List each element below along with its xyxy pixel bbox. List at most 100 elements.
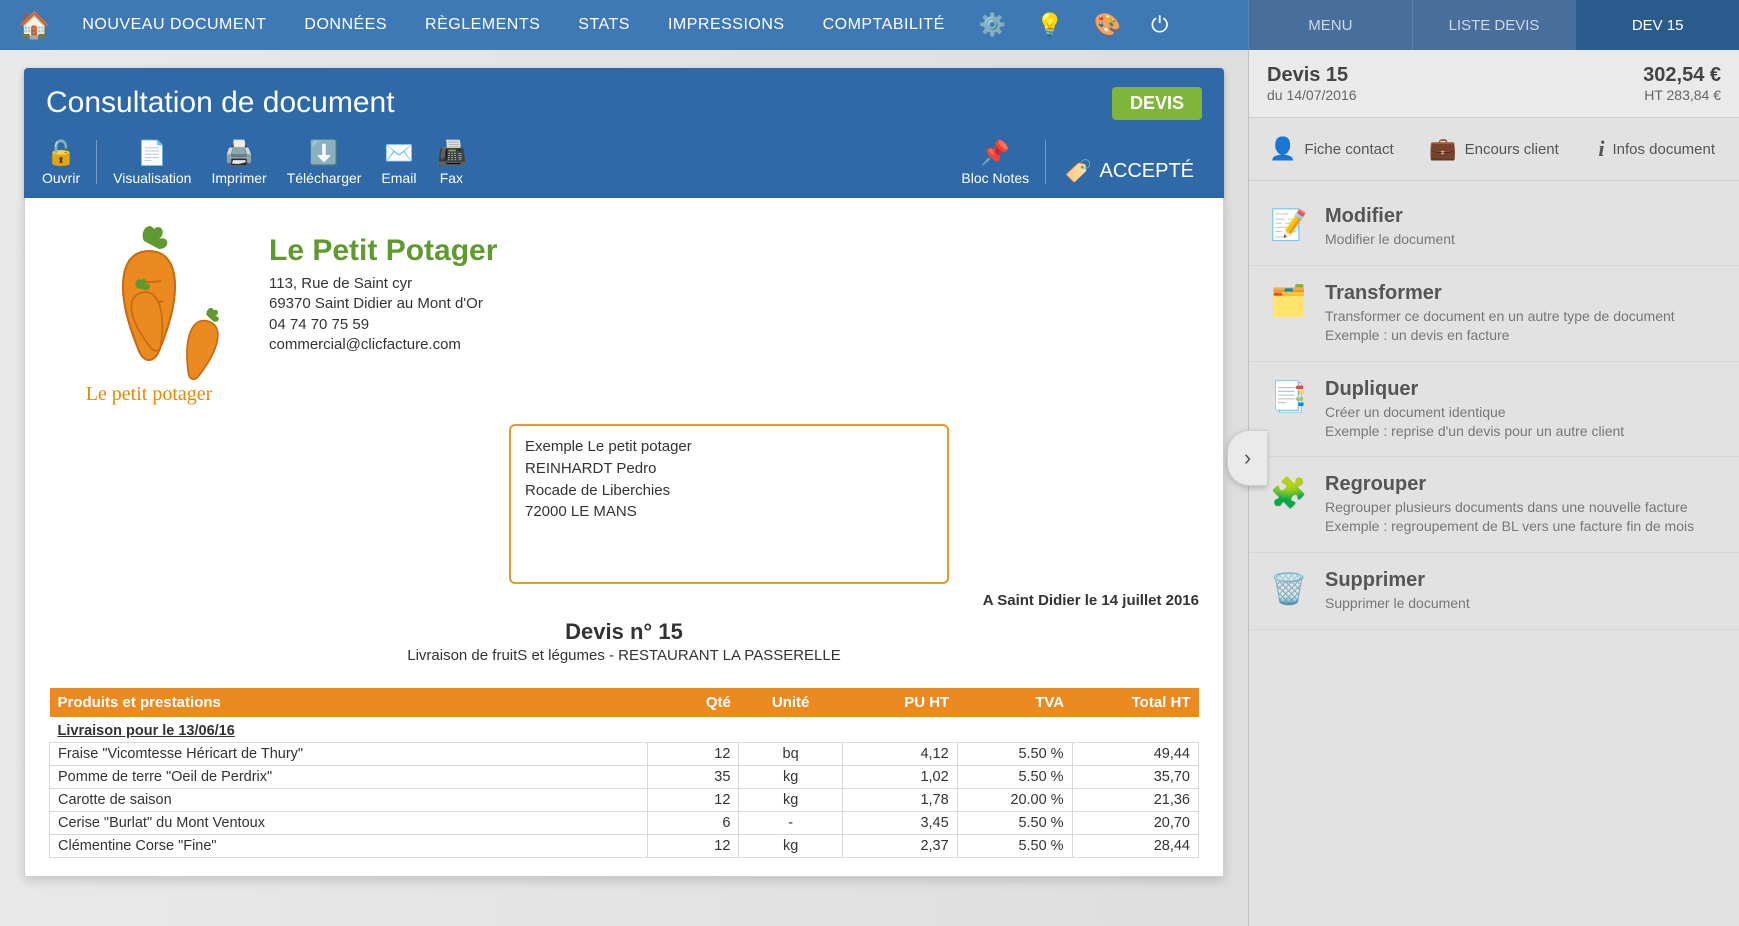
tool-fax[interactable]: 📠 Fax — [426, 136, 476, 190]
table-row: Carotte de saison12kg1,7820.00 %21,36 — [50, 789, 1199, 812]
transform-icon: 🗂️ — [1269, 282, 1309, 322]
action-delete[interactable]: 🗑️ Supprimer Supprimer le document — [1249, 553, 1739, 630]
logo-caption: Le petit potager — [49, 383, 249, 406]
nav-donnees[interactable]: DONNÉES — [290, 0, 401, 50]
link-infos-document[interactable]: i Infos document — [1578, 128, 1735, 170]
doc-title-block: Devis n° 15 Livraison de fruitS et légum… — [49, 619, 1199, 664]
tool-bloc-notes[interactable]: 📌 Bloc Notes — [951, 136, 1039, 190]
col-pu: PU HT — [842, 688, 957, 717]
tool-notes-label: Bloc Notes — [961, 170, 1029, 186]
nav-impressions[interactable]: IMPRESSIONS — [654, 0, 799, 50]
right-tab-bar: MENU LISTE DEVIS DEV 15 — [1248, 0, 1739, 50]
action-title: Dupliquer — [1325, 378, 1624, 401]
cell-total: 20,70 — [1072, 812, 1198, 835]
panel-actions: 📝 Modifier Modifier le document 🗂️ Trans… — [1249, 181, 1739, 638]
tool-email[interactable]: ✉️ Email — [371, 136, 426, 190]
link-infos-label: Infos document — [1612, 141, 1715, 158]
cell-qty: 35 — [647, 766, 739, 789]
panel-links: 👤 Fiche contact 💼 Encours client i Infos… — [1249, 118, 1739, 181]
pin-icon: 📌 — [980, 140, 1010, 166]
duplicate-icon: 📑 — [1269, 378, 1309, 418]
tool-fax-label: Fax — [440, 170, 463, 186]
action-duplicate[interactable]: 📑 Dupliquer Créer un document identique … — [1249, 362, 1739, 458]
settings-icon[interactable]: ⚙️ — [969, 12, 1016, 38]
tool-email-label: Email — [381, 170, 416, 186]
cell-unit: bq — [739, 743, 842, 766]
cell-name: Cerise "Burlat" du Mont Ventoux — [50, 812, 648, 835]
table-row: Fraise "Vicomtesse Héricart de Thury"12b… — [50, 743, 1199, 766]
cell-tva: 20.00 % — [957, 789, 1072, 812]
company-logo: Le petit potager — [49, 216, 249, 406]
cell-pu: 3,45 — [842, 812, 957, 835]
tab-liste-devis[interactable]: LISTE DEVIS — [1412, 0, 1576, 50]
cell-unit: - — [739, 812, 842, 835]
pdf-icon: 📄 — [137, 140, 167, 166]
power-icon[interactable]: ⏻ — [1141, 12, 1178, 38]
cell-pu: 1,02 — [842, 766, 957, 789]
panel-total: 302,54 € — [1643, 64, 1721, 87]
tool-print-label: Imprimer — [211, 170, 266, 186]
cell-tva: 5.50 % — [957, 766, 1072, 789]
cell-pu: 1,78 — [842, 789, 957, 812]
link-fiche-contact[interactable]: 👤 Fiche contact — [1253, 128, 1410, 170]
cell-name: Carotte de saison — [50, 789, 648, 812]
action-group[interactable]: 🧩 Regrouper Regrouper plusieurs document… — [1249, 457, 1739, 553]
devis-badge: DEVIS — [1112, 87, 1202, 120]
tool-download[interactable]: ⬇️ Télécharger — [277, 136, 372, 190]
wallet-icon: 💼 — [1429, 136, 1456, 162]
tab-dev-15[interactable]: DEV 15 — [1575, 0, 1739, 50]
col-total: Total HT — [1072, 688, 1198, 717]
company-block: Le petit potager Le Petit Potager 113, R… — [49, 216, 1199, 406]
company-phone: 04 74 70 75 59 — [269, 315, 497, 335]
unlock-icon: 🔓 — [46, 140, 76, 166]
recipient-line: Exemple Le petit potager — [525, 436, 933, 458]
place-date: A Saint Didier le 14 juillet 2016 — [49, 592, 1199, 609]
cell-unit: kg — [739, 789, 842, 812]
collapse-handle[interactable]: › — [1227, 430, 1267, 486]
tool-view-label: Visualisation — [113, 170, 191, 186]
mail-icon: ✉️ — [384, 140, 414, 166]
trash-icon: 🗑️ — [1269, 569, 1309, 609]
nav-nouveau-document[interactable]: NOUVEAU DOCUMENT — [68, 0, 280, 50]
nav-stats[interactable]: STATS — [564, 0, 644, 50]
edit-icon: 📝 — [1269, 205, 1309, 245]
cell-qty: 12 — [647, 743, 739, 766]
action-desc: Regrouper plusieurs documents dans une n… — [1325, 498, 1694, 536]
action-transform[interactable]: 🗂️ Transformer Transformer ce document e… — [1249, 266, 1739, 362]
status-accepted[interactable]: 🏷️ ACCEPTÉ — [1052, 158, 1216, 190]
col-products: Produits et prestations — [50, 688, 648, 717]
action-desc: Transformer ce document en un autre type… — [1325, 307, 1675, 345]
recipient-box: Exemple Le petit potager REINHARDT Pedro… — [509, 424, 949, 584]
tool-view[interactable]: 📄 Visualisation — [103, 136, 201, 190]
theme-icon[interactable]: 🎨 — [1084, 12, 1131, 38]
section-label: Livraison pour le 13/06/16 — [50, 717, 1199, 743]
link-contact-label: Fiche contact — [1304, 141, 1393, 158]
download-icon: ⬇️ — [309, 140, 339, 166]
panel-subtotal: HT 283,84 € — [1643, 87, 1721, 103]
cell-unit: kg — [739, 766, 842, 789]
info-icon: i — [1598, 136, 1604, 162]
document-header: Consultation de document DEVIS 🔓 Ouvrir … — [24, 68, 1224, 198]
nav-reglements[interactable]: RÈGLEMENTS — [411, 0, 554, 50]
panel-date: du 14/07/2016 — [1267, 87, 1357, 103]
tool-print[interactable]: 🖨️ Imprimer — [201, 136, 276, 190]
action-modify[interactable]: 📝 Modifier Modifier le document — [1249, 189, 1739, 266]
nav-comptabilite[interactable]: COMPTABILITÉ — [809, 0, 959, 50]
panel-header: Devis 15 du 14/07/2016 302,54 € HT 283,8… — [1249, 50, 1739, 118]
action-desc: Modifier le document — [1325, 230, 1455, 249]
cell-unit: kg — [739, 835, 842, 858]
idea-icon[interactable]: 💡 — [1026, 12, 1073, 38]
cell-qty: 12 — [647, 789, 739, 812]
company-address2: 69370 Saint Didier au Mont d'Or — [269, 294, 497, 314]
link-encours-client[interactable]: 💼 Encours client — [1416, 128, 1573, 170]
action-desc: Créer un document identique Exemple : re… — [1325, 403, 1624, 441]
cell-tva: 5.50 % — [957, 743, 1072, 766]
home-icon[interactable]: 🏠 — [10, 10, 58, 41]
tab-menu[interactable]: MENU — [1248, 0, 1412, 50]
fax-icon: 📠 — [436, 140, 466, 166]
tool-open[interactable]: 🔓 Ouvrir — [32, 136, 90, 190]
table-row: Pomme de terre "Oeil de Perdrix"35kg1,02… — [50, 766, 1199, 789]
recipient-line: REINHARDT Pedro — [525, 458, 933, 480]
cell-qty: 12 — [647, 835, 739, 858]
company-name: Le Petit Potager — [269, 234, 497, 268]
